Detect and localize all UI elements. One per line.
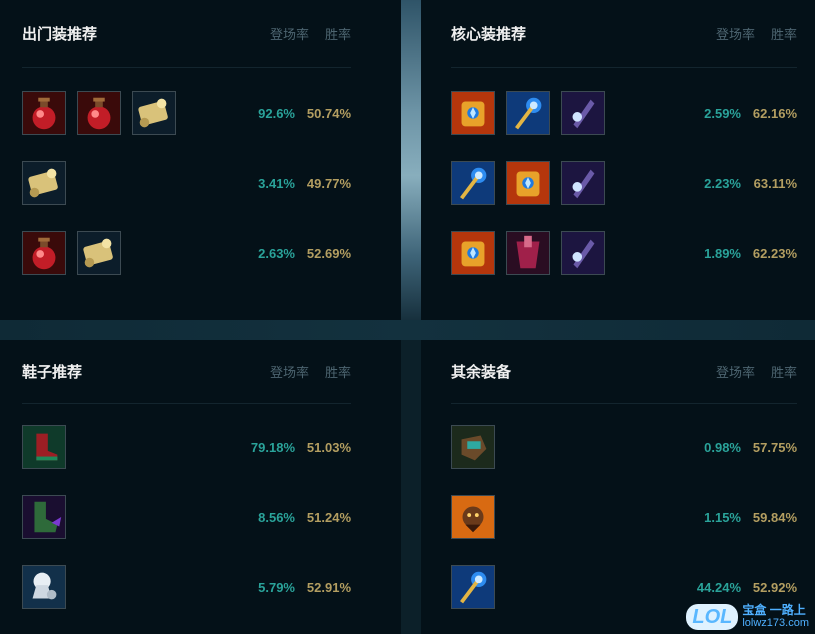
- win-rate-value: 62.23%: [752, 245, 797, 261]
- panel-title: 鞋子推荐: [22, 364, 83, 381]
- item-build-row: 2.23% 63.11%: [451, 148, 797, 218]
- white-boots-icon[interactable]: [22, 565, 66, 609]
- item-icon-group: [22, 161, 233, 205]
- pick-rate-value: 5.79%: [258, 579, 295, 595]
- pick-rate-value: 2.23%: [704, 175, 741, 191]
- pick-rate-value: 0.98%: [704, 439, 741, 455]
- panel-header: 核心装推荐 登场率 胜率: [451, 0, 797, 68]
- dark-blade-icon[interactable]: [561, 231, 605, 275]
- dark-blade-icon[interactable]: [561, 91, 605, 135]
- panel-header: 鞋子推荐 登场率 胜率: [22, 340, 351, 404]
- win-rate-header: 胜率: [770, 365, 797, 380]
- core-items-panel: 核心装推荐 登场率 胜率 2.59% 62.16% 2.23% 63.11% 1.89%…: [421, 0, 815, 320]
- crimson-armor-icon[interactable]: [506, 231, 550, 275]
- item-icon-group: [451, 565, 679, 609]
- item-build-row: 1.15% 59.84%: [451, 482, 797, 552]
- staff-icon[interactable]: [451, 161, 495, 205]
- item-icon-group: [22, 231, 233, 275]
- item-icon-group: [451, 495, 679, 539]
- item-icon-group: [22, 425, 233, 469]
- pick-rate-value: 92.6%: [258, 105, 295, 121]
- item-icon-group: [451, 231, 679, 275]
- item-icon-group: [451, 425, 679, 469]
- pick-rate-value: 79.18%: [250, 439, 295, 455]
- win-rate-header: 胜率: [324, 27, 351, 42]
- pick-rate-value: 1.15%: [704, 509, 741, 525]
- other-items-panel: 其余装备 登场率 胜率 0.98% 57.75% 1.15% 59.84% 44.24%…: [421, 340, 815, 634]
- panel-header: 其余装备 登场率 胜率: [451, 340, 797, 404]
- pick-rate-value: 3.41%: [258, 175, 295, 191]
- panel-title: 核心装推荐: [451, 26, 527, 43]
- gauntlet-icon[interactable]: [451, 425, 495, 469]
- dark-blade-icon[interactable]: [561, 161, 605, 205]
- win-rate-value: 63.11%: [753, 175, 797, 191]
- watermark-title: 宝盒 一路上: [742, 603, 806, 617]
- item-build-row: 1.89% 62.23%: [451, 218, 797, 288]
- item-icon-group: [22, 91, 233, 135]
- item-icon-group: [451, 91, 679, 135]
- pick-rate-value: 2.63%: [258, 245, 295, 261]
- win-rate-value: 52.91%: [306, 579, 351, 595]
- watermark-logo: LOL: [686, 604, 739, 630]
- watermark-url: lolwz173.com: [742, 617, 809, 629]
- pick-rate-header: 登场率: [269, 365, 309, 380]
- background-art: [401, 0, 421, 320]
- item-icon-group: [22, 495, 233, 539]
- pick-rate-value: 44.24%: [696, 579, 741, 595]
- win-rate-value: 62.16%: [752, 105, 797, 121]
- staff-icon[interactable]: [506, 91, 550, 135]
- scroll-icon[interactable]: [77, 231, 121, 275]
- crown-icon[interactable]: [451, 231, 495, 275]
- health-potion-icon[interactable]: [77, 91, 121, 135]
- health-potion-icon[interactable]: [22, 231, 66, 275]
- win-rate-value: 52.92%: [752, 579, 797, 595]
- panel-title: 出门装推荐: [22, 26, 98, 43]
- win-rate-value: 57.75%: [752, 439, 797, 455]
- background-divider: [401, 340, 421, 634]
- win-rate-value: 59.84%: [752, 509, 797, 525]
- health-potion-icon[interactable]: [22, 91, 66, 135]
- item-build-row: 92.6% 50.74%: [22, 78, 379, 148]
- item-build-row: 8.56% 51.24%: [22, 482, 379, 552]
- pick-rate-value: 8.56%: [258, 509, 295, 525]
- item-build-row: 2.63% 52.69%: [22, 218, 379, 288]
- starter-items-panel: 出门装推荐 登场率 胜率 92.6% 50.74% 3.41% 49.77% 2.63%…: [0, 0, 401, 320]
- crown-icon[interactable]: [451, 91, 495, 135]
- pick-rate-header: 登场率: [715, 365, 755, 380]
- item-build-row: 0.98% 57.75%: [451, 412, 797, 482]
- item-icon-group: [22, 565, 233, 609]
- item-icon-group: [451, 161, 679, 205]
- red-boots-icon[interactable]: [22, 425, 66, 469]
- scroll-icon[interactable]: [22, 161, 66, 205]
- item-build-row: 79.18% 51.03%: [22, 412, 379, 482]
- panel-title: 其余装备: [451, 364, 512, 381]
- background-divider: [0, 320, 815, 340]
- win-rate-header: 胜率: [324, 365, 351, 380]
- scroll-icon[interactable]: [132, 91, 176, 135]
- win-rate-value: 52.69%: [306, 245, 351, 261]
- site-watermark: LOL 宝盒 一路上 lolwz173.com: [686, 604, 809, 630]
- panel-header: 出门装推荐 登场率 胜率: [22, 0, 351, 68]
- pick-rate-header: 登场率: [715, 27, 755, 42]
- win-rate-value: 51.03%: [306, 439, 351, 455]
- item-build-row: 3.41% 49.77%: [22, 148, 379, 218]
- crown-icon[interactable]: [506, 161, 550, 205]
- win-rate-value: 51.24%: [306, 509, 351, 525]
- win-rate-header: 胜率: [770, 27, 797, 42]
- pick-rate-value: 2.59%: [704, 105, 741, 121]
- green-boots-icon[interactable]: [22, 495, 66, 539]
- item-build-row: 5.79% 52.91%: [22, 552, 379, 622]
- pick-rate-value: 1.89%: [704, 245, 741, 261]
- item-build-row: 2.59% 62.16%: [451, 78, 797, 148]
- win-rate-value: 50.74%: [306, 105, 351, 121]
- win-rate-value: 49.77%: [306, 175, 351, 191]
- beast-icon[interactable]: [451, 495, 495, 539]
- boots-panel: 鞋子推荐 登场率 胜率 79.18% 51.03% 8.56% 51.24% 5.79%…: [0, 340, 401, 634]
- staff-icon[interactable]: [451, 565, 495, 609]
- pick-rate-header: 登场率: [269, 27, 309, 42]
